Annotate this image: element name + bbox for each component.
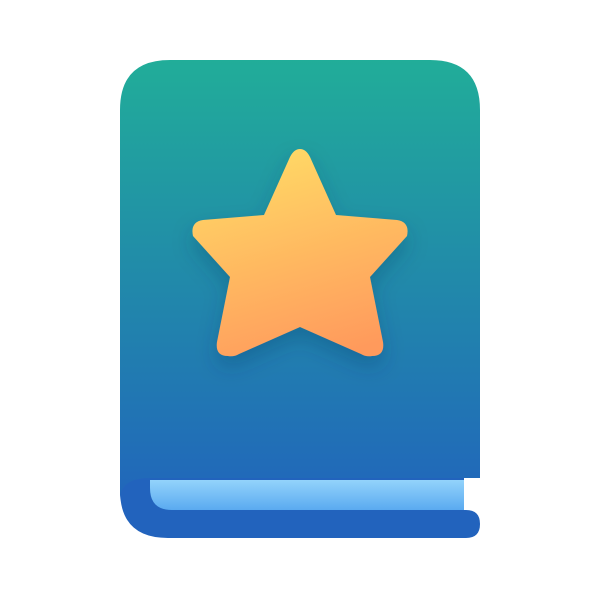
favorite-book-icon (120, 60, 480, 538)
icon-canvas (0, 0, 600, 600)
book-pages (150, 480, 464, 510)
